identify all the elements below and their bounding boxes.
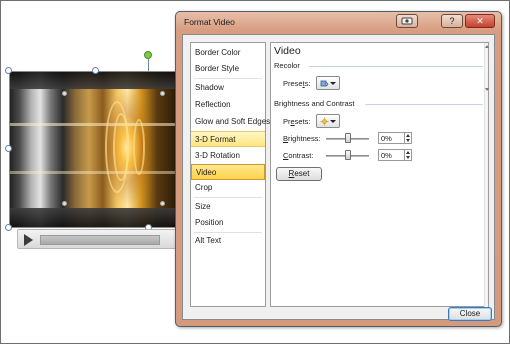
- nav-item-3d-format[interactable]: 3-D Format: [191, 131, 265, 147]
- nav-item-position[interactable]: Position: [191, 215, 265, 231]
- nav-item-border-color[interactable]: Border Color: [191, 45, 265, 61]
- contrast-spin-arrows[interactable]: [404, 150, 411, 160]
- resize-handle-left[interactable]: [5, 145, 12, 152]
- nav-item-video[interactable]: Video: [191, 164, 265, 180]
- play-icon[interactable]: [24, 234, 33, 246]
- nav-separator: [194, 78, 262, 79]
- dialog-titlebar[interactable]: Format Video ? ✕: [176, 12, 501, 32]
- contrast-spinbox[interactable]: 0%: [378, 149, 412, 161]
- spin-down-icon[interactable]: [406, 156, 410, 159]
- dialog-title: Format Video: [184, 17, 235, 27]
- rotation-stem: [148, 59, 149, 71]
- spin-up-icon[interactable]: [406, 151, 410, 154]
- recolor-presets-label: Presets:: [283, 79, 311, 88]
- contrast-value: 0%: [381, 151, 392, 160]
- brightness-contrast-heading: Brightness and Contrast: [274, 99, 355, 108]
- recolor-presets-dropdown[interactable]: [316, 76, 340, 90]
- seek-track[interactable]: [40, 235, 160, 245]
- paint-bucket-icon: [320, 80, 329, 87]
- reset-button[interactable]: Reset: [276, 167, 322, 181]
- nav-item-alt-text[interactable]: Alt Text: [191, 233, 265, 249]
- scroll-down-icon[interactable]: [485, 88, 489, 91]
- spin-up-icon[interactable]: [406, 134, 410, 137]
- category-list: Border Color Border Style Shadow Reflect…: [190, 42, 270, 307]
- spin-down-icon[interactable]: [406, 139, 410, 142]
- pane-title: Video: [274, 45, 301, 57]
- brightness-spin-arrows[interactable]: [404, 133, 411, 143]
- section-divider: [309, 66, 483, 67]
- video-settings-pane: Video Recolor Presets: Brightness and Co…: [270, 42, 489, 308]
- nav-item-reflection[interactable]: Reflection: [191, 97, 265, 113]
- nav-item-3d-rotation[interactable]: 3-D Rotation: [191, 148, 265, 164]
- format-video-dialog: Format Video ? ✕ Border Color Border Sty…: [175, 11, 502, 327]
- nav-separator: [194, 197, 262, 198]
- close-button[interactable]: Close: [448, 307, 492, 321]
- nav-item-shadow[interactable]: Shadow: [191, 80, 265, 96]
- nav-item-size[interactable]: Size: [191, 199, 265, 215]
- selection-border: [9, 71, 183, 228]
- brightness-value: 0%: [381, 134, 392, 143]
- close-window-button[interactable]: ✕: [465, 14, 495, 28]
- section-divider: [365, 104, 483, 105]
- brightness-label: Brightness:: [283, 134, 321, 143]
- brightness-presets-label: Presets:: [283, 117, 311, 126]
- chevron-down-icon: [330, 82, 336, 85]
- resize-handle-top-left[interactable]: [5, 67, 12, 74]
- pane-scrollbar[interactable]: [484, 43, 489, 308]
- brightness-presets-dropdown[interactable]: [316, 114, 340, 128]
- contrast-slider-thumb[interactable]: [345, 150, 351, 160]
- nav-item-crop[interactable]: Crop: [191, 180, 265, 196]
- nav-item-border-style[interactable]: Border Style: [191, 61, 265, 77]
- nav-item-glow-soft-edges[interactable]: Glow and Soft Edges: [191, 114, 270, 130]
- sun-icon: [320, 117, 329, 126]
- chevron-down-icon: [330, 120, 336, 123]
- options-icon: [401, 17, 413, 25]
- dialog-body: Border Color Border Style Shadow Reflect…: [182, 34, 495, 321]
- media-player-bar: [17, 229, 179, 249]
- scroll-up-icon[interactable]: [485, 45, 489, 48]
- brightness-slider-thumb[interactable]: [345, 133, 351, 143]
- recolor-heading: Recolor: [274, 61, 300, 70]
- contrast-label: Contrast:: [283, 151, 314, 160]
- dialog-options-button[interactable]: [396, 14, 418, 28]
- brightness-spinbox[interactable]: 0%: [378, 132, 412, 144]
- rotation-handle[interactable]: [144, 51, 152, 59]
- resize-handle-top[interactable]: [92, 67, 99, 74]
- help-button[interactable]: ?: [441, 14, 463, 28]
- resize-handle-bottom-left[interactable]: [5, 224, 12, 231]
